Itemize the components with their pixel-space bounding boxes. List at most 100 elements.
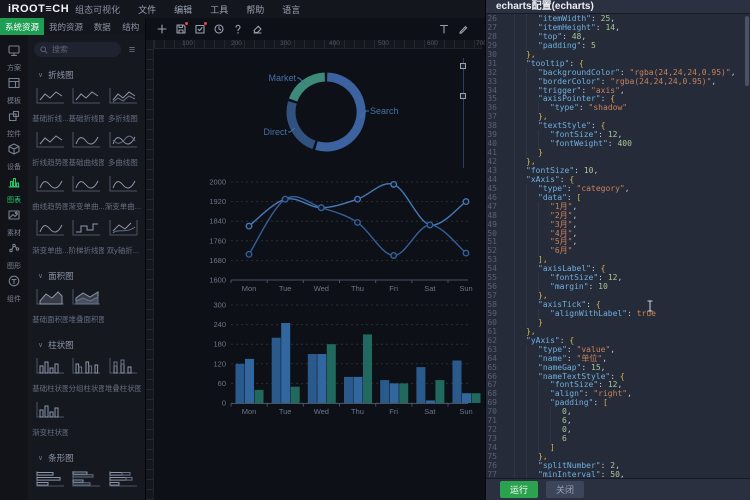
canvas-stage[interactable]: SearchDirectMarket2000192018401760168016… [146,40,483,500]
chart-thumbnail-bars3[interactable]: 堆叠柱状图 [105,355,141,396]
board-icon[interactable] [192,22,207,37]
panel-footer: 运行 关闭 [486,478,750,500]
chart-thumbnail-line[interactable]: 基础折线图 [68,85,104,126]
tab-system-resources[interactable]: 系统资源 [0,18,44,35]
curve-chart-icon [69,173,103,200]
ruler-label: 500 [378,40,389,47]
chart-thumbnail-curve[interactable]: 基础曲线图 [68,129,104,170]
svg-text:120: 120 [213,359,226,368]
chart-thumbnail-dualline[interactable]: 双y轴折... [105,217,141,258]
chart-thumbnail-hbar2[interactable] [68,468,104,500]
plus-icon[interactable] [154,22,169,37]
text-icon[interactable] [436,22,451,37]
rail-item-label: 控件 [7,129,21,139]
chart-thumbnail-bars[interactable]: 渐变柱状图 [32,399,68,440]
chart-thumbnail-line[interactable]: 基础折线... [32,85,68,126]
close-button[interactable]: 关闭 [546,481,584,498]
chart-thumbnail-hbar[interactable] [32,468,68,500]
chart-thumbnail-curve[interactable]: 渐变单曲... [105,173,141,214]
rail-item-device[interactable]: 设备 [0,140,28,173]
menu-language[interactable]: 语言 [282,3,300,16]
rail-item-label: 组件 [7,294,21,304]
code-editor[interactable]: 26"itemWidth": 25,27"itemHeight": 14,28"… [486,14,744,478]
thumbnail-label: 分组柱状图 [68,383,104,394]
device-icon [7,142,21,161]
chart-thumbnail-area[interactable]: 基础面积图 [32,286,68,327]
dualline-chart-icon [106,217,140,244]
menu-help[interactable]: 帮助 [246,3,264,16]
resource-tabs: 系统资源 我的资源 数据 结构 [0,18,145,35]
selection-handle[interactable] [460,93,466,99]
svg-text:240: 240 [213,320,226,329]
thumbnail-label: 渐变单曲... [105,201,141,212]
top-menu-bar: iROOT≡CH 组态可视化 文件 编辑 工具 帮助 语言 [0,0,485,18]
rail-item-widget[interactable]: 控件 [0,107,28,140]
rail-item-template[interactable]: 模板 [0,74,28,107]
code-line: 51"5月", [486,237,744,246]
section-title: 柱状图 [48,339,74,351]
clock-icon[interactable] [211,22,226,37]
chart-thumbnail-multiline[interactable]: 多折线图 [105,85,141,126]
svg-text:2000: 2000 [209,178,226,187]
eraser-icon[interactable] [249,22,264,37]
tab-my-resources[interactable]: 我的资源 [44,18,88,35]
rail-item-component[interactable]: 组件 [0,272,28,305]
section-header[interactable]: ∨柱状图 [38,339,139,351]
svg-text:Wed: Wed [314,407,329,416]
rail-item-material[interactable]: 素材 [0,206,28,239]
code-line: 65"nameGap": 15, [486,363,744,372]
rail-item-chart[interactable]: 图表 [0,173,28,206]
menu-edit[interactable]: 编辑 [174,3,192,16]
rail-item-graph[interactable]: 图形 [0,239,28,272]
svg-text:Sun: Sun [459,407,472,416]
svg-text:Thu: Thu [351,284,364,293]
search-icon [40,46,48,54]
menu-tools[interactable]: 工具 [210,3,228,16]
thumbnail-label: 渐变单曲... [68,201,104,212]
menu-file[interactable]: 文件 [138,3,156,16]
save-icon[interactable] [173,22,188,37]
chart-thumbnail-multicurve[interactable]: 多曲线图 [105,129,141,170]
rail-item-label: 方案 [7,63,21,73]
code-line: 49"3月", [486,220,744,229]
svg-text:Thu: Thu [351,407,364,416]
run-button[interactable]: 运行 [500,481,538,498]
help-icon[interactable] [230,22,245,37]
code-line: 75}, [486,452,744,461]
svg-text:Sun: Sun [459,284,472,293]
code-line: 66"nameTextStyle": { [486,372,744,381]
section-header[interactable]: ∨折线图 [38,69,139,81]
rail-item-plan[interactable]: 方案 [0,41,28,74]
hbar2-chart-icon [69,468,103,495]
tab-structure[interactable]: 结构 [117,18,145,35]
code-line: 68"align": "right", [486,389,744,398]
tab-data[interactable]: 数据 [88,18,116,35]
code-line: 48"2月", [486,211,744,220]
chart-thumbnail-step[interactable]: 阶梯折线图 [68,217,104,258]
chart-thumbnail-bars2[interactable]: 分组柱状图 [68,355,104,396]
search-input[interactable]: 搜索 [34,42,121,57]
svg-text:300: 300 [213,301,226,310]
chart-thumbnail-curve[interactable]: 渐变单曲... [68,173,104,214]
search-placeholder: 搜索 [52,44,68,55]
section-header[interactable]: ∨条形图 [38,452,139,464]
chart-thumbnail-curve[interactable]: 曲线趋势图 [32,173,68,214]
text-cursor-icon [646,300,654,312]
echarts-config-panel: echarts配置(echarts) 26"itemWidth": 25,27"… [485,0,750,500]
svg-text:Fri: Fri [389,407,398,416]
chart-thumbnail-curve[interactable]: 渐变单曲... [32,217,68,258]
chart-thumbnail-line[interactable]: 折线趋势图 [32,129,68,170]
editor-scrollbar-thumb[interactable] [745,16,749,86]
thumbnail-label: 基础柱状图 [32,383,68,394]
selection-handle[interactable] [460,63,466,69]
chart-thumbnail-area2[interactable]: 堆叠面积图 [68,286,104,327]
code-line: 29"padding": 5 [486,41,744,50]
code-line: 57}, [486,291,744,300]
section-header[interactable]: ∨面积图 [38,270,139,282]
pen-icon[interactable] [455,22,470,37]
code-line: 32"backgroundColor": "rgba(24,24,24,0.95… [486,68,744,77]
chart-thumbnail-hbar3[interactable] [105,468,141,500]
section-title: 面积图 [48,270,74,282]
chart-thumbnail-bars[interactable]: 基础柱状图 [32,355,68,396]
list-menu-icon[interactable]: ≡ [125,45,139,55]
